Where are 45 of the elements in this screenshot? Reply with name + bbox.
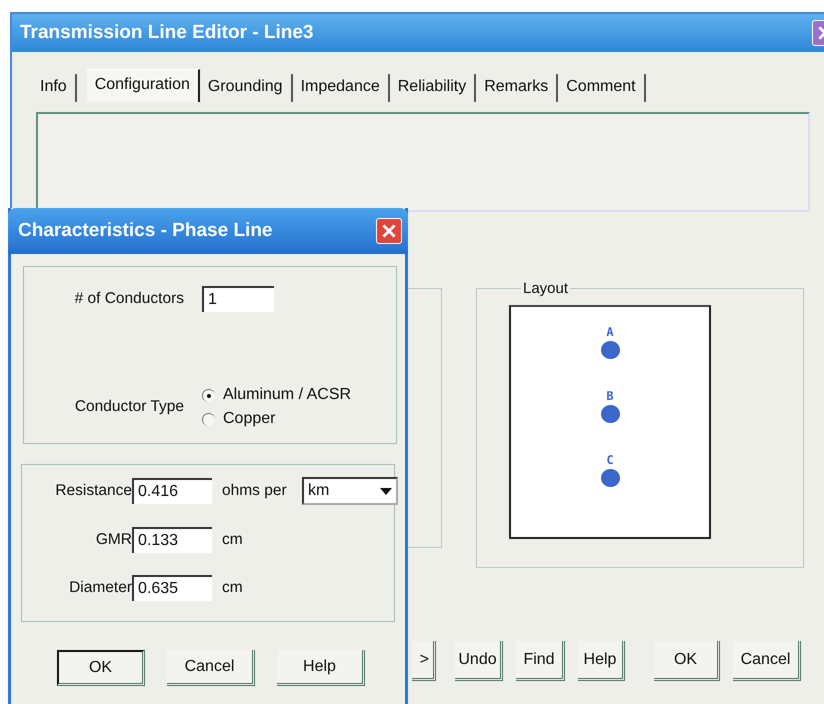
caret-icon [380,488,392,494]
field-label: # of Conductors [74,290,184,308]
window-button[interactable]: Find [516,641,565,681]
tab[interactable]: Comment [558,74,646,102]
field-label: Conductor Type [74,398,184,416]
dialog-button[interactable]: OK [57,650,145,686]
unit-label: cm [222,531,244,549]
field-label: Diameter [69,579,132,597]
conductor-dot [600,405,620,423]
dialog-button[interactable]: Help [277,650,365,686]
window-button[interactable]: Help [578,641,625,681]
unit-label: cm [222,579,244,597]
tab[interactable]: Reliability [390,74,476,102]
tab[interactable]: Configuration [86,69,200,102]
phase-label: B [606,389,614,403]
value-field[interactable]: 0.635 [132,575,212,601]
value-field[interactable]: 0.416 [132,478,212,504]
layout-title: Layout [522,280,570,297]
close-button[interactable] [376,218,402,244]
field-label: GMR [96,531,132,549]
window-button[interactable]: Undo [455,641,503,681]
window-button[interactable]: OK [654,641,720,681]
radio-button[interactable] [202,388,215,402]
unit-dropdown[interactable]: km [302,477,398,505]
conductors-field[interactable]: 1 [202,286,274,312]
dialog-button[interactable]: Cancel [167,650,255,686]
phase-label: A [606,325,614,339]
radio-button[interactable] [202,412,215,426]
tab[interactable]: Grounding [200,74,293,102]
window-title: Transmission Line Editor - Line3 [20,22,314,44]
window-button[interactable]: Cancel [733,641,801,681]
close-icon [381,223,397,239]
window-button[interactable]: > [412,641,436,681]
tab[interactable]: Info [32,74,77,102]
conductor-dot [600,469,620,487]
unit-label: ohms per [222,482,288,500]
radio-label: Copper [223,410,276,428]
radio-label: Aluminum / ACSR [223,386,352,404]
tab[interactable]: Remarks [476,74,558,102]
tab[interactable]: Impedance [292,74,390,102]
value-field[interactable]: 0.133 [132,527,212,553]
dialog-title: Characteristics - Phase Line [18,220,272,242]
phase-label: C [606,453,614,467]
field-label: Resistance [55,482,132,500]
conductor-dot [600,341,620,359]
